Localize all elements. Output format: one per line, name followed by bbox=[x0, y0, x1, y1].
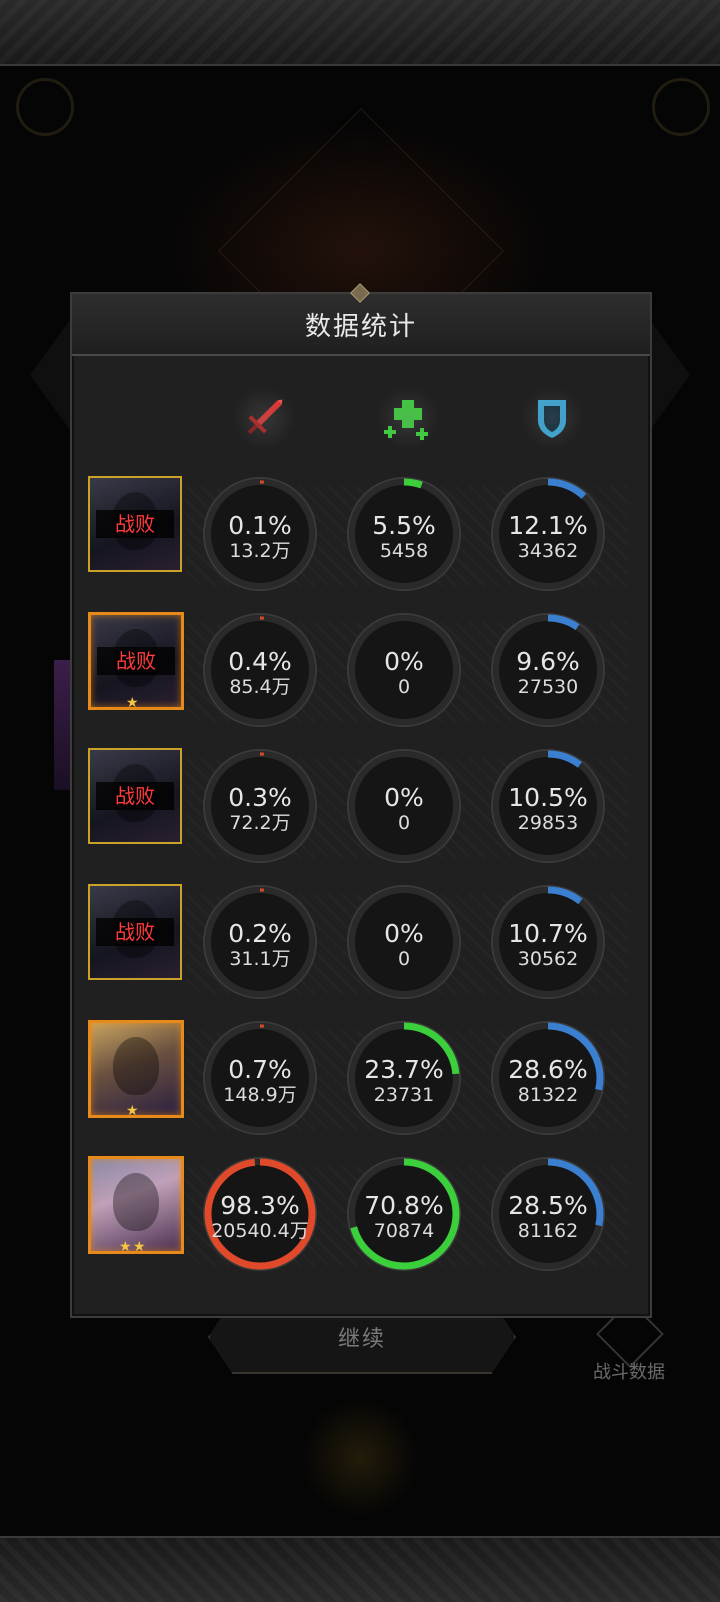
hero-stat-row: 战败 ★ 0.4% 85.4万 0% 0 9.6% 27530 bbox=[0, 612, 720, 740]
tank-value: 29853 bbox=[517, 812, 579, 834]
heal-percent: 0% bbox=[384, 919, 424, 948]
hero-stat-row: 战败 0.1% 13.2万 5.5% 5458 12.1% 34362 bbox=[0, 476, 720, 604]
tank-value: 34362 bbox=[517, 540, 579, 562]
heal-value: 0 bbox=[397, 676, 411, 698]
tank-percent: 10.7% bbox=[508, 919, 588, 948]
damage-value: 148.9万 bbox=[223, 1084, 297, 1106]
tank-value: 30562 bbox=[517, 948, 579, 970]
panel-header: 数据统计 bbox=[72, 283, 650, 356]
heal-stat-ring: 5.5% 5458 bbox=[346, 476, 462, 592]
heal-value: 0 bbox=[397, 948, 411, 970]
hero-portrait[interactable]: 战败 bbox=[88, 748, 182, 844]
hero-stat-row: ★ 0.7% 148.9万 23.7% 23731 28.6% 81322 bbox=[0, 1020, 720, 1148]
heal-column-header bbox=[376, 386, 440, 450]
tank-percent: 28.5% bbox=[508, 1191, 588, 1220]
battle-data-button[interactable]: 战斗数据 bbox=[584, 1300, 674, 1383]
hero-portrait[interactable]: 战败 bbox=[88, 884, 182, 980]
tank-stat-ring: 10.7% 30562 bbox=[490, 884, 606, 1000]
star-icon: ★ bbox=[119, 1239, 132, 1255]
heal-stat-ring: 23.7% 23731 bbox=[346, 1020, 462, 1136]
defeat-label: 战败 bbox=[96, 918, 174, 946]
damage-value: 13.2万 bbox=[229, 540, 291, 562]
heal-stat-ring: 0% 0 bbox=[346, 748, 462, 864]
hero-portrait[interactable]: 战败 bbox=[88, 476, 182, 572]
damage-value: 72.2万 bbox=[229, 812, 291, 834]
heal-stat-ring: 70.8% 70874 bbox=[346, 1156, 462, 1272]
tank-percent: 10.5% bbox=[508, 783, 588, 812]
damage-stat-ring: 0.1% 13.2万 bbox=[202, 476, 318, 592]
heal-stat-ring: 0% 0 bbox=[346, 612, 462, 728]
background-left-icon bbox=[16, 78, 74, 136]
heal-stat-ring: 0% 0 bbox=[346, 884, 462, 1000]
panel-title: 数据统计 bbox=[304, 311, 417, 342]
defeat-label: 战败 bbox=[97, 647, 175, 675]
hero-stat-row: ★ ★ 98.3% 20540.4万 70.8% 70874 28.5% 81162 bbox=[0, 1156, 720, 1284]
heal-value: 70874 bbox=[373, 1220, 435, 1242]
hero-stat-row: 战败 0.2% 31.1万 0% 0 10.7% 30562 bbox=[0, 884, 720, 1012]
tank-stat-ring: 28.5% 81162 bbox=[490, 1156, 606, 1272]
star-icon: ★ bbox=[133, 1239, 146, 1255]
damage-percent: 0.2% bbox=[228, 919, 292, 948]
hero-face-image bbox=[113, 1173, 159, 1231]
continue-button-label: 继续 bbox=[337, 1327, 386, 1352]
damage-stat-ring: 0.2% 31.1万 bbox=[202, 884, 318, 1000]
background-right-wing bbox=[650, 320, 690, 430]
tank-percent: 9.6% bbox=[516, 647, 580, 676]
damage-percent: 0.7% bbox=[228, 1055, 292, 1084]
defeat-label: 战败 bbox=[96, 782, 174, 810]
damage-percent: 0.1% bbox=[228, 511, 292, 540]
damage-value: 20540.4万 bbox=[211, 1220, 309, 1242]
heal-value: 23731 bbox=[373, 1084, 435, 1106]
heal-value: 0 bbox=[397, 812, 411, 834]
heal-percent: 5.5% bbox=[372, 511, 436, 540]
tank-stat-ring: 28.6% 81322 bbox=[490, 1020, 606, 1136]
damage-value: 31.1万 bbox=[229, 948, 291, 970]
damage-percent: 98.3% bbox=[220, 1191, 300, 1220]
bottom-ornate-bar bbox=[0, 1536, 720, 1602]
hero-stat-row: 战败 0.3% 72.2万 0% 0 10.5% 29853 bbox=[0, 748, 720, 876]
star-icon: ★ bbox=[126, 695, 139, 711]
heal-percent: 70.8% bbox=[364, 1191, 444, 1220]
background-left-wing bbox=[30, 320, 70, 430]
battle-data-label: 战斗数据 bbox=[593, 1362, 665, 1383]
damage-stat-ring: 98.3% 20540.4万 bbox=[202, 1156, 318, 1272]
bottom-emblem bbox=[300, 1398, 420, 1518]
tank-value: 27530 bbox=[517, 676, 579, 698]
damage-percent: 0.4% bbox=[228, 647, 292, 676]
heal-percent: 0% bbox=[384, 783, 424, 812]
tank-percent: 12.1% bbox=[508, 511, 588, 540]
tank-value: 81322 bbox=[517, 1084, 579, 1106]
tank-stat-ring: 9.6% 27530 bbox=[490, 612, 606, 728]
star-icon: ★ bbox=[126, 1103, 139, 1119]
heal-percent: 0% bbox=[384, 647, 424, 676]
damage-stat-ring: 0.3% 72.2万 bbox=[202, 748, 318, 864]
tank-value: 81162 bbox=[517, 1220, 579, 1242]
tank-stat-ring: 12.1% 34362 bbox=[490, 476, 606, 592]
defeat-label: 战败 bbox=[96, 510, 174, 538]
damage-stat-ring: 0.7% 148.9万 bbox=[202, 1020, 318, 1136]
damage-column-header bbox=[232, 386, 296, 450]
top-ornate-bar bbox=[0, 0, 720, 66]
tank-stat-ring: 10.5% 29853 bbox=[490, 748, 606, 864]
heal-percent: 23.7% bbox=[364, 1055, 444, 1084]
damage-value: 85.4万 bbox=[229, 676, 291, 698]
hero-face-image bbox=[113, 1037, 159, 1095]
tank-percent: 28.6% bbox=[508, 1055, 588, 1084]
heal-value: 5458 bbox=[379, 540, 429, 562]
damage-stat-ring: 0.4% 85.4万 bbox=[202, 612, 318, 728]
damage-percent: 0.3% bbox=[228, 783, 292, 812]
tank-column-header bbox=[520, 386, 584, 450]
background-right-icon bbox=[652, 78, 710, 136]
